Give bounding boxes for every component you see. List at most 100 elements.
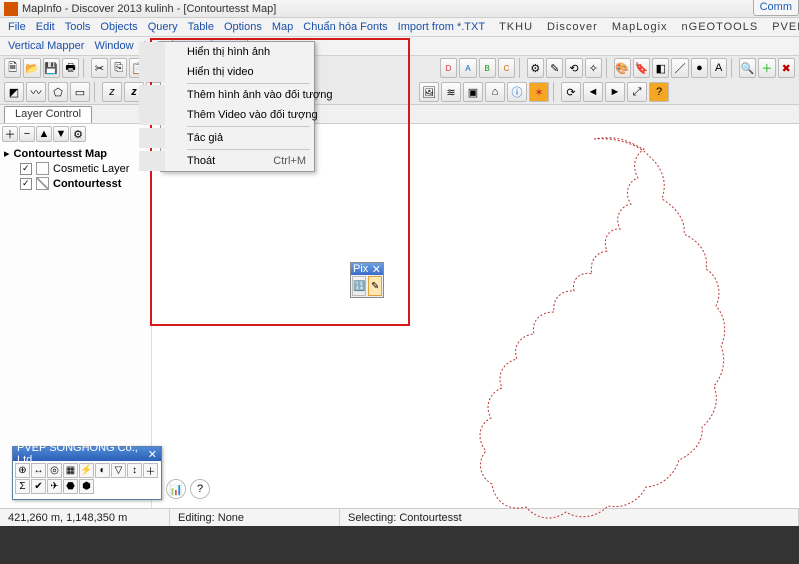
close-icon[interactable]: ✕: [148, 448, 157, 461]
menu-item-add-video[interactable]: Thêm Video vào đối tượng: [139, 105, 314, 125]
tb-cut-icon[interactable]: ✂: [91, 58, 108, 78]
tb-tool8-icon[interactable]: ✧: [585, 58, 602, 78]
pixel-tool-window[interactable]: Pix ✕ 🔢 ✎: [350, 262, 384, 298]
tail-btn-help-icon[interactable]: ?: [190, 479, 210, 499]
tb-btn3-icon[interactable]: B: [479, 58, 496, 78]
tb-delrow-icon[interactable]: ✖: [778, 58, 795, 78]
tb-line-icon[interactable]: ／: [671, 58, 688, 78]
ft-btn6-icon[interactable]: ◐: [95, 463, 110, 478]
ft-btn4-icon[interactable]: ▦: [63, 463, 78, 478]
floating-toolbar[interactable]: PVEP SONGHONG Co., Ltd. ✕ ⊕ ↔ ◎ ▦ ⚡ ◐ ▽ …: [12, 446, 162, 500]
menu-vertical-mapper[interactable]: Vertical Mapper: [4, 39, 88, 53]
tb2-img1-icon[interactable]: 🖼: [419, 82, 439, 102]
tb2-prev-icon[interactable]: ◄: [583, 82, 603, 102]
tb2-star-icon[interactable]: ✶: [529, 82, 549, 102]
menu-edit[interactable]: Edit: [32, 20, 59, 34]
menu-item-show-video[interactable]: Hiển thị video: [139, 62, 314, 82]
ft-btn1-icon[interactable]: ⊕: [15, 463, 30, 478]
tb2-select-icon[interactable]: ◩: [4, 82, 24, 102]
ft-btn5-icon[interactable]: ⚡: [79, 463, 94, 478]
tb-new-icon[interactable]: 🗎: [4, 58, 21, 78]
pixel-tool-btn2-icon[interactable]: ✎: [368, 276, 382, 296]
tail-btn-chart-icon[interactable]: 📊: [166, 479, 186, 499]
visibility-checkbox[interactable]: [20, 163, 32, 175]
tb-save-icon[interactable]: 💾: [43, 58, 60, 78]
tb2-info-icon[interactable]: ⓘ: [507, 82, 527, 102]
tb2-img2-icon[interactable]: ≋: [441, 82, 461, 102]
tb-tool6-icon[interactable]: ✎: [546, 58, 563, 78]
tb2-img3-icon[interactable]: ▣: [463, 82, 483, 102]
tb2-home-icon[interactable]: ⌂: [485, 82, 505, 102]
menu-item-add-image[interactable]: Thêm hình ảnh vào đối tượng: [139, 85, 314, 105]
menu-import-txt[interactable]: Import from *.TXT: [394, 20, 489, 34]
tb-open-icon[interactable]: 📂: [23, 58, 40, 78]
tb2-polyline-icon[interactable]: 〰: [26, 82, 46, 102]
tb-print-icon[interactable]: 🖶: [62, 58, 79, 78]
tb2-qmark-icon[interactable]: ?: [649, 82, 669, 102]
layer-style-icon: [36, 177, 49, 190]
tb2-z1-icon[interactable]: z: [102, 82, 122, 102]
tb-addrow-icon[interactable]: ＋: [758, 58, 775, 78]
menu-item-exit[interactable]: Thoát Ctrl+M: [139, 151, 314, 171]
menu-file[interactable]: File: [4, 20, 30, 34]
tb-tool5-icon[interactable]: ⚙: [527, 58, 544, 78]
menu-maplogix[interactable]: MapLogix: [608, 20, 672, 34]
ft-btn7-icon[interactable]: ▽: [111, 463, 126, 478]
ft-btn2-icon[interactable]: ↔: [31, 463, 46, 478]
lc-add-icon[interactable]: ＋: [2, 126, 18, 142]
tb-tool7-icon[interactable]: ⟲: [565, 58, 582, 78]
tab-layer-control[interactable]: Layer Control: [4, 106, 92, 123]
pixel-tool-title[interactable]: Pix ✕: [351, 263, 383, 275]
tb-btn4-icon[interactable]: C: [498, 58, 515, 78]
menu-ngeotools[interactable]: nGEOTOOLS: [678, 20, 763, 34]
menu-window[interactable]: Window: [90, 39, 137, 53]
tree-root[interactable]: ▸ Contourtesst Map: [2, 146, 149, 161]
pixel-tool-btn1-icon[interactable]: 🔢: [352, 276, 366, 296]
ft-btn12-icon[interactable]: ✈: [47, 479, 62, 494]
tb-region-icon[interactable]: ◧: [652, 58, 669, 78]
tb-text-icon[interactable]: A: [710, 58, 727, 78]
tb-dms-icon[interactable]: D: [440, 58, 457, 78]
menu-map[interactable]: Map: [268, 20, 297, 34]
ft-btn8-icon[interactable]: ↕: [127, 463, 142, 478]
tb-point-icon[interactable]: ●: [691, 58, 708, 78]
lc-remove-icon[interactable]: −: [19, 126, 35, 142]
menu-bar-2: Vertical Mapper Window Help Liên kết nón…: [0, 37, 799, 56]
close-icon[interactable]: ✕: [372, 263, 381, 276]
visibility-checkbox[interactable]: [20, 178, 32, 190]
map-view[interactable]: [152, 124, 799, 508]
tb-find-icon[interactable]: 🔍: [739, 58, 756, 78]
tree-layer-contourtesst[interactable]: Contourtesst: [2, 176, 149, 191]
menu-fonts[interactable]: Chuẩn hóa Fonts: [299, 20, 391, 34]
menu-item-show-image[interactable]: Hiển thị hình ảnh: [139, 42, 314, 62]
menu-discover[interactable]: Discover: [543, 20, 602, 34]
lc-opts-icon[interactable]: ⚙: [70, 126, 86, 142]
ft-btn10-icon[interactable]: Σ: [15, 479, 30, 494]
menu-table[interactable]: Table: [184, 20, 218, 34]
lc-up-icon[interactable]: ▲: [36, 126, 52, 142]
tb2-rect-icon[interactable]: ▭: [70, 82, 90, 102]
ft-btn13-icon[interactable]: ⬣: [63, 479, 78, 494]
ft-btn3-icon[interactable]: ◎: [47, 463, 62, 478]
tree-layer-cosmetic[interactable]: Cosmetic Layer: [2, 161, 149, 176]
tb2-polygon-icon[interactable]: ⬠: [48, 82, 68, 102]
ft-btn14-icon[interactable]: ⬢: [79, 479, 94, 494]
lc-down-icon[interactable]: ▼: [53, 126, 69, 142]
menu-pvep[interactable]: PVEP SONGHONG: [768, 20, 799, 34]
ft-btn9-icon[interactable]: ＋: [143, 463, 158, 478]
menu-options[interactable]: Options: [220, 20, 266, 34]
menu-query[interactable]: Query: [144, 20, 182, 34]
tb-label-icon[interactable]: 🔖: [633, 58, 650, 78]
menu-item-author[interactable]: Tác giả: [139, 128, 314, 148]
tb2-next-icon[interactable]: ►: [605, 82, 625, 102]
ft-btn11-icon[interactable]: ✔: [31, 479, 46, 494]
tb-copy-icon[interactable]: ⎘: [110, 58, 127, 78]
menu-objects[interactable]: Objects: [96, 20, 141, 34]
tb2-zoom-icon[interactable]: ⤢: [627, 82, 647, 102]
menu-tkhu[interactable]: TKHU: [495, 20, 537, 34]
comment-tab[interactable]: Comm: [753, 0, 799, 16]
tb2-refresh-icon[interactable]: ⟳: [561, 82, 581, 102]
menu-tools[interactable]: Tools: [61, 20, 95, 34]
tb-btn2-icon[interactable]: A: [459, 58, 476, 78]
tb-theme-icon[interactable]: 🎨: [614, 58, 631, 78]
